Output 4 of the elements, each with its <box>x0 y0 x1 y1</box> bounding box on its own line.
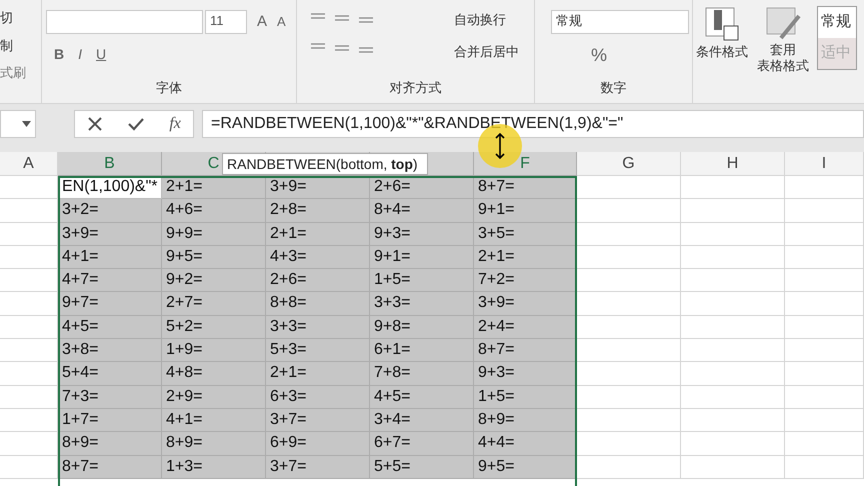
group-label: 字体 <box>155 78 183 96</box>
group-label: 对齐方式 <box>388 78 442 96</box>
group-label: 数字 <box>600 78 628 96</box>
function-tooltip: RANDBETWEEN(bottom, top) <box>222 153 428 175</box>
